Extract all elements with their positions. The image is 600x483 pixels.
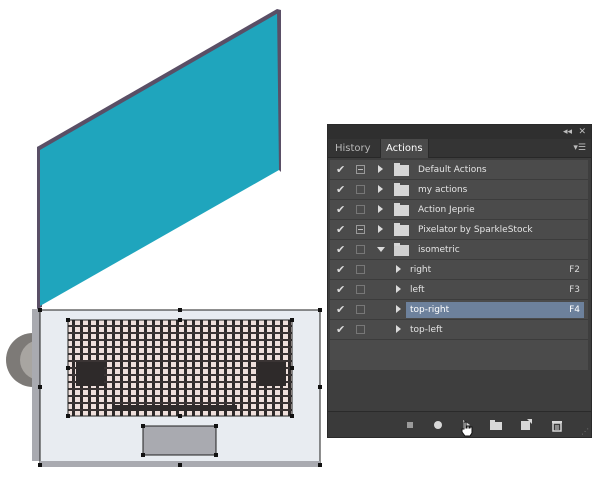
toggle-item-checkmark-icon[interactable]: ✔: [336, 303, 345, 317]
toggle-dialog-icon[interactable]: [356, 265, 365, 274]
list-item[interactable]: ✔ top-left: [330, 320, 588, 340]
resize-grip-icon[interactable]: ⋰: [581, 427, 589, 436]
hand-cursor-icon: [461, 421, 473, 437]
toggle-item-checkmark-icon[interactable]: ✔: [336, 203, 345, 217]
action-label: right: [410, 265, 432, 275]
expand-triangle-icon[interactable]: [378, 205, 383, 213]
trash-icon[interactable]: [549, 417, 565, 433]
folder-icon: [394, 223, 409, 236]
toggle-dialog-icon[interactable]: [356, 305, 365, 314]
toggle-item-checkmark-icon[interactable]: ✔: [336, 163, 345, 177]
list-item[interactable]: ✔ Pixelator by SparkleStock: [330, 220, 588, 240]
action-set-label: my actions: [418, 185, 468, 195]
function-key-label: F2: [569, 265, 580, 275]
action-set-label: Action Jeprie: [418, 205, 475, 215]
record-icon[interactable]: [430, 417, 446, 433]
tab-history[interactable]: History: [330, 139, 376, 158]
actions-bottom-bar: ⋰: [328, 411, 591, 437]
action-label: top-right: [406, 302, 584, 318]
folder-icon: [394, 203, 409, 216]
open-folder-icon: [394, 243, 409, 256]
new-action-icon[interactable]: [518, 417, 534, 433]
toggle-dialog-icon[interactable]: [356, 185, 365, 194]
list-item[interactable]: ✔ Action Jeprie: [330, 200, 588, 220]
expand-triangle-icon[interactable]: [396, 285, 401, 293]
folder-icon: [394, 183, 409, 196]
toggle-item-checkmark-icon[interactable]: ✔: [336, 283, 345, 297]
list-item-selected[interactable]: ✔ top-right F4: [330, 300, 588, 320]
action-set-label: isometric: [418, 245, 460, 255]
list-item[interactable]: ✔ Default Actions: [330, 160, 588, 180]
toggle-item-checkmark-icon[interactable]: ✔: [336, 223, 345, 237]
list-item[interactable]: ✔ left F3: [330, 280, 588, 300]
toggle-dialog-icon[interactable]: [356, 205, 365, 214]
list-item[interactable]: ✔ my actions: [330, 180, 588, 200]
function-key-label: F3: [569, 285, 580, 295]
folder-icon: [394, 163, 409, 176]
trackpad: [142, 425, 217, 456]
toggle-dialog-icon[interactable]: [356, 285, 365, 294]
toggle-item-checkmark-icon[interactable]: ✔: [336, 243, 345, 257]
stop-icon[interactable]: [402, 417, 418, 433]
panel-titlebar: ◂◂ ✕: [328, 125, 591, 139]
toggle-dialog-icon[interactable]: [356, 225, 365, 234]
action-set-label: Default Actions: [418, 165, 487, 175]
actions-panel: ◂◂ ✕ History Actions ▾☰ ✔ Default Action…: [327, 124, 592, 438]
expand-triangle-icon[interactable]: [396, 265, 401, 273]
panel-tabbar: History Actions ▾☰: [328, 139, 591, 158]
panel-menu-icon[interactable]: ▾☰: [573, 142, 586, 154]
action-label: left: [410, 285, 425, 295]
action-set-label: Pixelator by SparkleStock: [418, 225, 533, 235]
monitor-screen: [40, 12, 279, 306]
function-key-label: F4: [569, 305, 580, 315]
expand-triangle-icon[interactable]: [396, 305, 401, 313]
toggle-item-checkmark-icon[interactable]: ✔: [336, 263, 345, 277]
actions-list: ✔ Default Actions ✔ my actions ✔ Action …: [330, 160, 588, 370]
new-set-folder-icon[interactable]: [488, 417, 504, 433]
toggle-dialog-icon[interactable]: [356, 165, 365, 174]
expand-triangle-icon[interactable]: [378, 225, 383, 233]
toggle-item-checkmark-icon[interactable]: ✔: [336, 323, 345, 337]
close-icon[interactable]: ✕: [578, 126, 586, 138]
toggle-item-checkmark-icon[interactable]: ✔: [336, 183, 345, 197]
expand-triangle-icon[interactable]: [378, 185, 383, 193]
double-chevron-left-icon[interactable]: ◂◂: [563, 126, 572, 138]
toggle-dialog-icon[interactable]: [356, 245, 365, 254]
expand-triangle-icon[interactable]: [396, 325, 401, 333]
tab-actions[interactable]: Actions: [380, 139, 429, 158]
spacebar: [112, 405, 237, 411]
list-item[interactable]: ✔ right F2: [330, 260, 588, 280]
action-label: top-left: [410, 325, 443, 335]
list-item[interactable]: ✔ isometric: [330, 240, 588, 260]
toggle-dialog-icon[interactable]: [356, 325, 365, 334]
expand-triangle-icon[interactable]: [378, 165, 383, 173]
collapse-triangle-icon[interactable]: [377, 247, 385, 252]
